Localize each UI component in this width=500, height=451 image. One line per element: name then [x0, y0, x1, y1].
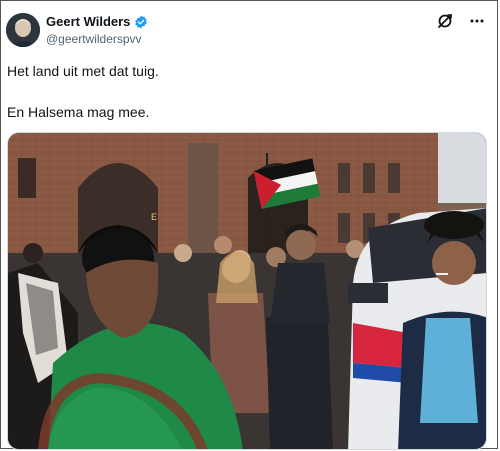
grok-icon[interactable] [437, 13, 453, 29]
author-name[interactable]: Geert Wilders [46, 14, 130, 29]
tweet-photo[interactable]: E [7, 132, 487, 450]
avatar-image [6, 13, 40, 47]
avatar[interactable] [6, 13, 40, 47]
author-handle[interactable]: @geertwilderspvv [46, 32, 142, 46]
more-options-icon[interactable] [469, 13, 485, 29]
protest-photo: E [8, 133, 486, 449]
sign-letter: E [151, 212, 157, 222]
tweet-text-line-2: En Halsema mag mee. [7, 104, 150, 120]
tweet-card: Geert Wilders @geertwilderspvv Het land … [0, 0, 498, 450]
tweet-text-line-1: Het land uit met dat tuig. [7, 63, 159, 79]
verified-badge-icon [134, 15, 148, 29]
